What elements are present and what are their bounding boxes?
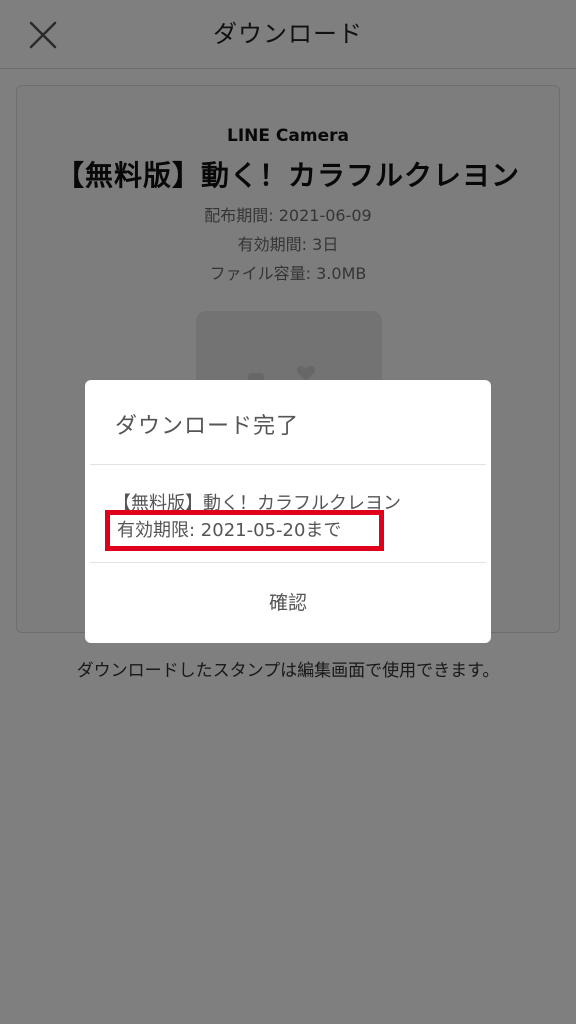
download-complete-dialog: ダウンロード完了 【無料版】動く！カラフルクレヨン 有効期限: 2021-05-… bbox=[85, 380, 491, 643]
dialog-divider bbox=[90, 464, 486, 465]
dialog-expiry-date: 有効期限: 2021-05-20まで bbox=[117, 520, 342, 541]
dialog-title: ダウンロード完了 bbox=[115, 414, 300, 439]
confirm-button[interactable]: 確認 bbox=[85, 563, 491, 643]
dialog-sticker-name: 【無料版】動く！カラフルクレヨン bbox=[113, 493, 401, 514]
